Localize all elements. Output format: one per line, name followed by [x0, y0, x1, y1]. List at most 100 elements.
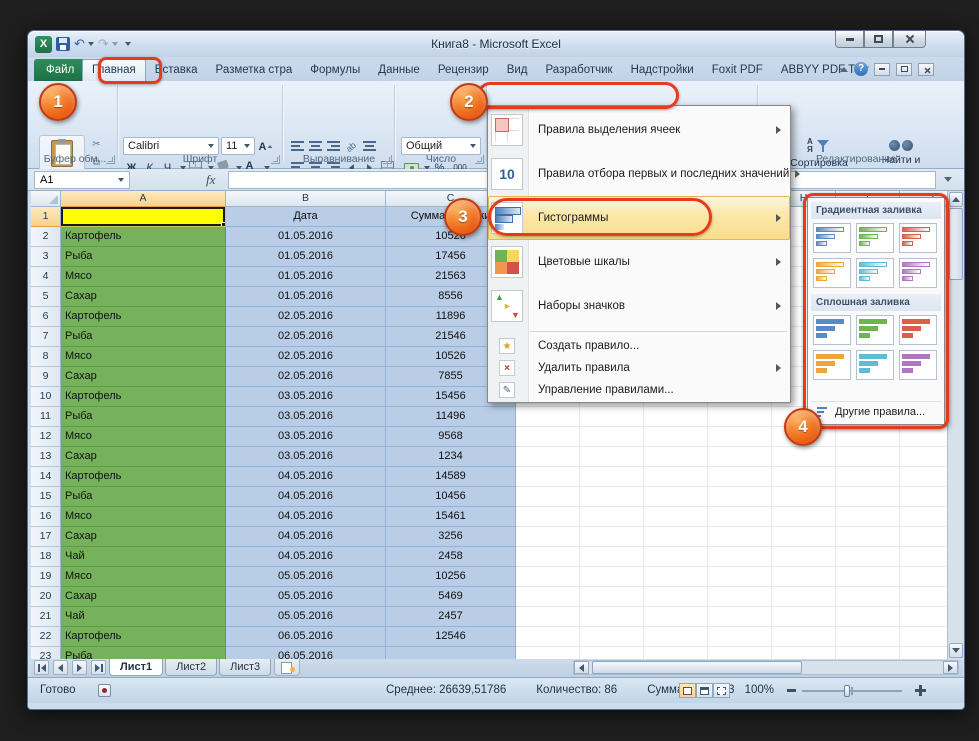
cell-I19[interactable] — [836, 567, 900, 587]
cell-J15[interactable] — [900, 487, 947, 507]
row-header-15[interactable]: 15 — [31, 487, 61, 507]
cell-B6[interactable]: 02.05.2016 — [226, 307, 386, 327]
row-header-22[interactable]: 22 — [31, 627, 61, 647]
cell-G16[interactable] — [708, 507, 772, 527]
cell-B21[interactable]: 05.05.2016 — [226, 607, 386, 627]
cell-G19[interactable] — [708, 567, 772, 587]
cell-B10[interactable]: 03.05.2016 — [226, 387, 386, 407]
cell-G11[interactable] — [708, 407, 772, 427]
cell-A16[interactable]: Мясо — [61, 507, 226, 527]
cell-D15[interactable] — [516, 487, 580, 507]
cell-I23[interactable] — [836, 647, 900, 659]
page-break-view-button[interactable] — [713, 683, 730, 698]
cell-F18[interactable] — [644, 547, 708, 567]
cell-D14[interactable] — [516, 467, 580, 487]
cell-B22[interactable]: 06.05.2016 — [226, 627, 386, 647]
row-header-11[interactable]: 11 — [31, 407, 61, 427]
row-header-8[interactable]: 8 — [31, 347, 61, 367]
row-header-23[interactable]: 23 — [31, 647, 61, 659]
cell-I12[interactable] — [836, 427, 900, 447]
cell-C23[interactable] — [386, 647, 516, 659]
cell-D21[interactable] — [516, 607, 580, 627]
cell-E12[interactable] — [580, 427, 644, 447]
cell-D11[interactable] — [516, 407, 580, 427]
cell-A8[interactable]: Мясо — [61, 347, 226, 367]
page-layout-view-button[interactable] — [696, 683, 713, 698]
row-header-14[interactable]: 14 — [31, 467, 61, 487]
cell-H23[interactable] — [772, 647, 836, 659]
tab-formuly[interactable]: Формулы — [301, 59, 369, 81]
cell-I17[interactable] — [836, 527, 900, 547]
cell-D12[interactable] — [516, 427, 580, 447]
row-header-3[interactable]: 3 — [31, 247, 61, 267]
cell-A7[interactable]: Рыба — [61, 327, 226, 347]
select-all-corner[interactable] — [31, 191, 61, 207]
row-header-12[interactable]: 12 — [31, 427, 61, 447]
cell-F14[interactable] — [644, 467, 708, 487]
cell-G14[interactable] — [708, 467, 772, 487]
scroll-right-button[interactable] — [943, 661, 958, 674]
cell-E11[interactable] — [580, 407, 644, 427]
cell-A2[interactable]: Картофель — [61, 227, 226, 247]
normal-view-button[interactable] — [679, 683, 696, 698]
cell-J18[interactable] — [900, 547, 947, 567]
tab-file[interactable]: Файл — [34, 59, 86, 81]
cell-H21[interactable] — [772, 607, 836, 627]
cell-E13[interactable] — [580, 447, 644, 467]
cell-F13[interactable] — [644, 447, 708, 467]
cell-D23[interactable] — [516, 647, 580, 659]
cell-H20[interactable] — [772, 587, 836, 607]
tab-vid[interactable]: Вид — [498, 59, 537, 81]
first-sheet-button[interactable] — [34, 660, 49, 675]
cell-F15[interactable] — [644, 487, 708, 507]
cell-E14[interactable] — [580, 467, 644, 487]
cell-G22[interactable] — [708, 627, 772, 647]
cell-B17[interactable]: 04.05.2016 — [226, 527, 386, 547]
row-header-16[interactable]: 16 — [31, 507, 61, 527]
cell-G12[interactable] — [708, 427, 772, 447]
column-header-B[interactable]: B — [226, 191, 386, 207]
name-box[interactable]: A1 — [34, 171, 130, 189]
fill-handle[interactable] — [221, 222, 226, 227]
row-header-4[interactable]: 4 — [31, 267, 61, 287]
menu-item-highlight-cells-rules[interactable]: Правила выделения ячеек — [488, 108, 790, 152]
font-size-select[interactable]: 11 — [221, 137, 255, 155]
cell-A6[interactable]: Картофель — [61, 307, 226, 327]
cell-F11[interactable] — [644, 407, 708, 427]
horizontal-scrollbar[interactable] — [573, 660, 959, 675]
cell-B12[interactable]: 03.05.2016 — [226, 427, 386, 447]
cell-A21[interactable]: Чай — [61, 607, 226, 627]
last-sheet-button[interactable] — [91, 660, 106, 675]
row-header-17[interactable]: 17 — [31, 527, 61, 547]
cell-J17[interactable] — [900, 527, 947, 547]
menu-item-top-bottom-rules[interactable]: 10Правила отбора первых и последних знач… — [488, 152, 790, 196]
cell-A5[interactable]: Сахар — [61, 287, 226, 307]
cell-J23[interactable] — [900, 647, 947, 659]
row-header-2[interactable]: 2 — [31, 227, 61, 247]
grow-font-button[interactable]: А — [258, 138, 275, 155]
cell-G20[interactable] — [708, 587, 772, 607]
row-header-7[interactable]: 7 — [31, 327, 61, 347]
cell-H17[interactable] — [772, 527, 836, 547]
cell-B9[interactable]: 02.05.2016 — [226, 367, 386, 387]
cell-H16[interactable] — [772, 507, 836, 527]
cell-B7[interactable]: 02.05.2016 — [226, 327, 386, 347]
workbook-minimize-button[interactable] — [874, 63, 890, 76]
cell-F16[interactable] — [644, 507, 708, 527]
scroll-down-button[interactable] — [949, 643, 963, 658]
menu-item-manage-rules[interactable]: ✎Управление правилами... — [488, 379, 790, 401]
menu-item-color-scales[interactable]: Цветовые шкалы — [488, 240, 790, 284]
cell-C22[interactable]: 12546 — [386, 627, 516, 647]
cell-B8[interactable]: 02.05.2016 — [226, 347, 386, 367]
vertical-scrollbar[interactable] — [947, 191, 963, 659]
zoom-slider-thumb[interactable] — [844, 685, 850, 697]
cell-A3[interactable]: Рыба — [61, 247, 226, 267]
cell-B3[interactable]: 01.05.2016 — [226, 247, 386, 267]
cell-F21[interactable] — [644, 607, 708, 627]
column-header-A[interactable]: A — [61, 191, 226, 207]
scroll-up-button[interactable] — [949, 192, 963, 207]
cell-C16[interactable]: 15461 — [386, 507, 516, 527]
row-header-13[interactable]: 13 — [31, 447, 61, 467]
cell-C17[interactable]: 3256 — [386, 527, 516, 547]
clipboard-dialog-launcher-icon[interactable] — [106, 155, 115, 164]
